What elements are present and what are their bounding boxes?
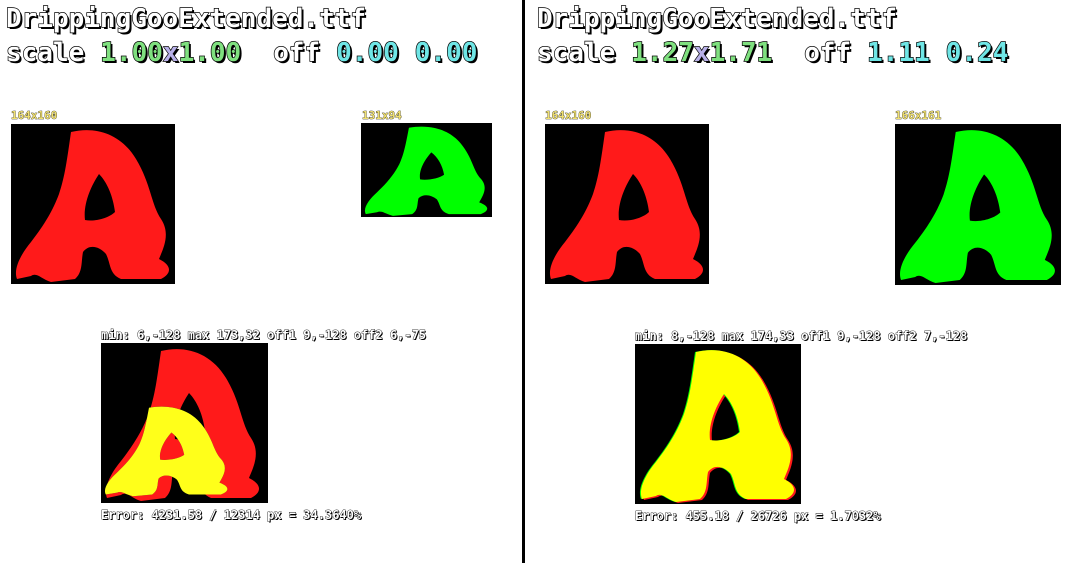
offset-label: off <box>272 37 321 68</box>
offset-x-value: 1.11 <box>866 37 930 68</box>
overlay-image <box>104 349 259 501</box>
offset-label: off <box>803 37 852 68</box>
left-panel: DrippingGooExtended.ttf scale 1.00x1.00 of… <box>0 0 522 563</box>
error-readout: Error: 4231.58 / 12314 px = 34.3640% <box>101 508 362 523</box>
scale-label: scale <box>536 37 616 68</box>
rendered-glyph-canvas <box>361 123 492 217</box>
offset-y-value: 0.00 <box>414 37 478 68</box>
reference-size-label: 164x160 <box>545 109 592 123</box>
rendered-size-label: 166x161 <box>895 109 942 123</box>
reference-glyph-image <box>15 130 170 282</box>
font-title: DrippingGooExtended.ttf <box>536 3 898 34</box>
error-readout: Error: 455.18 / 26726 px = 1.7032% <box>635 509 881 524</box>
scale-x-value: 1.27 <box>631 37 695 68</box>
bounds-stats: min: 8,-128 max 174,33 off1 9,-128 off2 … <box>635 329 968 344</box>
scale-label: scale <box>5 37 85 68</box>
scale-x-value: 1.00 <box>100 37 164 68</box>
right-panel: DrippingGooExtended.ttf scale 1.27x1.71 of… <box>526 0 1083 563</box>
scale-offset-readout: scale 1.27x1.71 off 1.11 0.24 <box>536 37 1009 68</box>
rendered-glyph-image <box>364 126 488 216</box>
reference-glyph-image <box>549 130 703 282</box>
overlay-canvas <box>101 343 268 503</box>
overlay-image <box>639 350 796 503</box>
reference-size-label: 164x160 <box>11 109 58 123</box>
rendered-glyph-image <box>900 130 1055 283</box>
bounds-stats: min: 6,-128 max 173,32 off1 9,-128 off2 … <box>101 328 427 343</box>
rendered-size-label: 131x94 <box>362 109 402 123</box>
overlay-canvas <box>635 344 801 504</box>
scale-y-value: 1.71 <box>709 37 773 68</box>
reference-glyph-canvas <box>11 124 175 284</box>
scale-separator: x <box>162 37 179 68</box>
scale-y-value: 1.00 <box>178 37 242 68</box>
rendered-glyph-canvas <box>895 124 1061 285</box>
offset-x-value: 0.00 <box>335 37 399 68</box>
reference-glyph-canvas <box>545 124 709 284</box>
font-title: DrippingGooExtended.ttf <box>5 3 367 34</box>
scale-offset-readout: scale 1.00x1.00 off 0.00 0.00 <box>5 37 478 68</box>
scale-separator: x <box>693 37 710 68</box>
offset-y-value: 0.24 <box>945 37 1009 68</box>
panel-divider <box>522 0 525 563</box>
